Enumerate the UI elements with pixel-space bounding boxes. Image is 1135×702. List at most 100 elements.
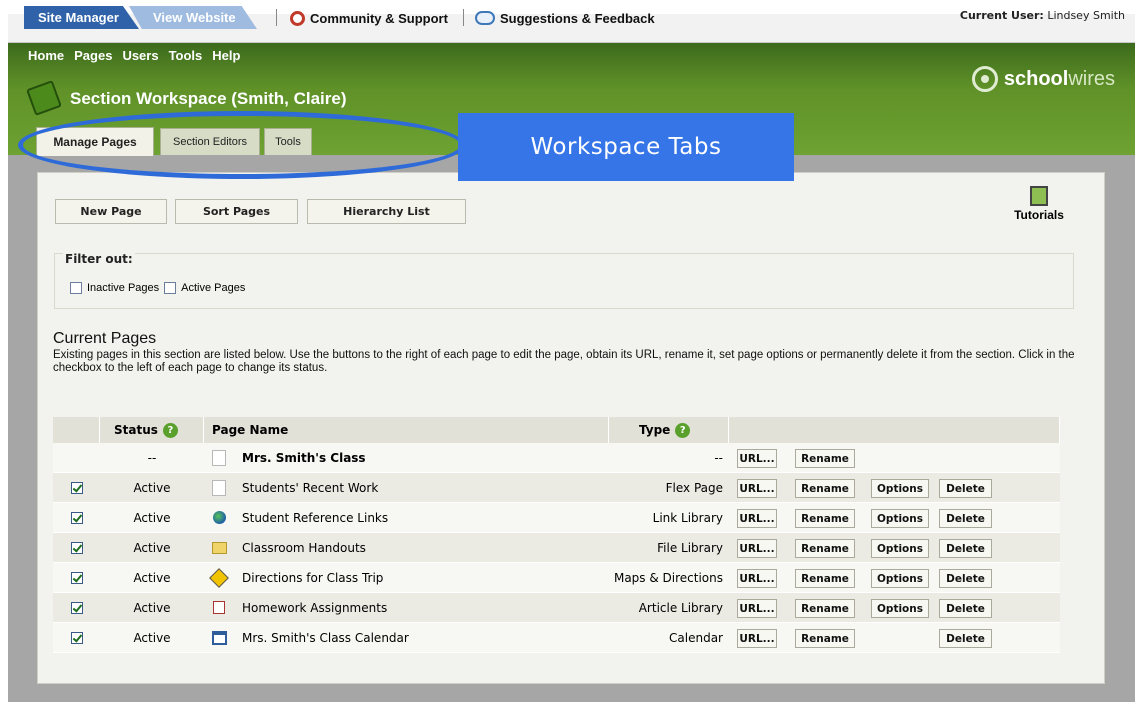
row-icon-cell (204, 630, 234, 645)
globe-icon (212, 511, 226, 524)
menu-pages[interactable]: Pages (74, 48, 112, 63)
table-row: Active Students' Recent Work Flex Page URL.… (53, 473, 1060, 503)
current-pages-description: Existing pages in this section are liste… (53, 349, 1075, 374)
options-button[interactable]: Options (871, 509, 929, 528)
new-page-button[interactable]: New Page (55, 199, 167, 224)
folder-icon (211, 541, 227, 554)
row-page-name[interactable]: Student Reference Links (234, 511, 609, 525)
row-icon-cell (204, 601, 234, 614)
row-icon-cell (204, 511, 234, 524)
header-type: Type? (609, 417, 729, 443)
main-menu: Home Pages Users Tools Help (28, 48, 240, 63)
table-row: Active Mrs. Smith's Class Calendar Calenda… (53, 623, 1060, 653)
row-status: Active (133, 630, 171, 645)
row-select-cell (53, 601, 100, 614)
options-button[interactable]: Options (871, 479, 929, 498)
url-button[interactable]: URL... (737, 599, 777, 618)
options-button[interactable]: Options (871, 569, 929, 588)
hierarchy-list-button[interactable]: Hierarchy List (307, 199, 466, 224)
row-select-cell (53, 481, 100, 494)
row-icon-cell (204, 449, 234, 466)
header-page-name: Page Name (204, 417, 609, 443)
status-checkbox[interactable] (70, 571, 83, 584)
row-actions: URL... Rename Options Delete (729, 593, 1060, 622)
current-pages-title: Current Pages (53, 330, 157, 347)
help-icon[interactable]: ? (675, 422, 691, 438)
community-support-label: Community & Support (310, 10, 448, 26)
options-button[interactable]: Options (871, 599, 929, 618)
row-page-name[interactable]: Students' Recent Work (234, 481, 609, 495)
delete-button[interactable]: Delete (939, 599, 992, 618)
row-status: -- (147, 450, 157, 465)
row-status: Active (133, 540, 171, 555)
annotation-ellipse (18, 111, 465, 179)
header-select (53, 417, 100, 443)
status-checkbox[interactable] (70, 601, 83, 614)
table-header: Status? Page Name Type? (53, 417, 1060, 443)
url-button[interactable]: URL... (737, 479, 777, 498)
row-icon-cell (204, 567, 234, 588)
row-page-name[interactable]: Homework Assignments (234, 601, 609, 615)
row-actions: URL... Rename Options Delete (729, 563, 1060, 592)
url-button[interactable]: URL... (737, 569, 777, 588)
menu-users[interactable]: Users (122, 48, 158, 63)
divider (463, 9, 464, 26)
row-type: Maps & Directions (613, 570, 723, 585)
tab-view-website[interactable]: View Website (129, 6, 257, 29)
table-row: Active Homework Assignments Article Librar… (53, 593, 1060, 623)
menu-home[interactable]: Home (28, 48, 64, 63)
tutorials-link[interactable]: Tutorials (1008, 186, 1070, 222)
inactive-pages-checkbox[interactable] (70, 282, 82, 294)
sort-pages-button[interactable]: Sort Pages (175, 199, 298, 224)
delete-button[interactable]: Delete (939, 629, 992, 648)
url-button[interactable]: URL... (737, 449, 777, 468)
community-support-link[interactable]: Community & Support (290, 7, 448, 29)
rename-button[interactable]: Rename (795, 569, 855, 588)
rename-button[interactable]: Rename (795, 479, 855, 498)
delete-button[interactable]: Delete (939, 569, 992, 588)
url-button[interactable]: URL... (737, 509, 777, 528)
row-type: Flex Page (665, 480, 723, 495)
url-button[interactable]: URL... (737, 629, 777, 648)
header-actions (729, 417, 1060, 443)
row-page-name[interactable]: Mrs. Smith's Class (234, 451, 609, 465)
delete-button[interactable]: Delete (939, 539, 992, 558)
article-icon (213, 601, 225, 614)
rename-button[interactable]: Rename (795, 539, 855, 558)
rename-button[interactable]: Rename (795, 629, 855, 648)
options-button[interactable]: Options (871, 539, 929, 558)
row-page-name[interactable]: Classroom Handouts (234, 541, 609, 555)
section-title: Section Workspace (Smith, Claire) (70, 89, 347, 108)
menu-tools[interactable]: Tools (169, 48, 203, 63)
pages-table: Status? Page Name Type? -- Mrs. Smith's C… (53, 417, 1060, 653)
table-row: Active Student Reference Links Link Librar… (53, 503, 1060, 533)
url-button[interactable]: URL... (737, 539, 777, 558)
rename-button[interactable]: Rename (795, 449, 855, 468)
row-icon-cell (204, 479, 234, 496)
status-checkbox[interactable] (70, 511, 83, 524)
filter-legend: Filter out: (63, 252, 135, 266)
row-type: Article Library (638, 600, 723, 615)
row-type: Link Library (652, 510, 723, 525)
status-checkbox[interactable] (70, 631, 83, 644)
menu-help[interactable]: Help (212, 48, 240, 63)
row-select-cell (53, 631, 100, 644)
row-actions: URL... Rename Options Delete (729, 503, 1060, 532)
rename-button[interactable]: Rename (795, 599, 855, 618)
delete-button[interactable]: Delete (939, 479, 992, 498)
status-checkbox[interactable] (70, 541, 83, 554)
row-page-name[interactable]: Directions for Class Trip (234, 571, 609, 585)
table-row: Active Directions for Class Trip Maps & Di… (53, 563, 1060, 593)
row-actions: URL... Rename Options Delete (729, 533, 1060, 562)
rename-button[interactable]: Rename (795, 509, 855, 528)
delete-button[interactable]: Delete (939, 509, 992, 528)
row-page-name[interactable]: Mrs. Smith's Class Calendar (234, 631, 609, 645)
logo-icon (971, 66, 998, 92)
help-icon[interactable]: ? (162, 422, 178, 438)
status-checkbox[interactable] (70, 481, 83, 494)
suggestions-feedback-label: Suggestions & Feedback (500, 10, 655, 26)
tab-site-manager[interactable]: Site Manager (24, 6, 139, 29)
suggestions-feedback-link[interactable]: Suggestions & Feedback (475, 7, 655, 29)
active-pages-checkbox[interactable] (164, 282, 177, 294)
row-status: Active (133, 600, 171, 615)
